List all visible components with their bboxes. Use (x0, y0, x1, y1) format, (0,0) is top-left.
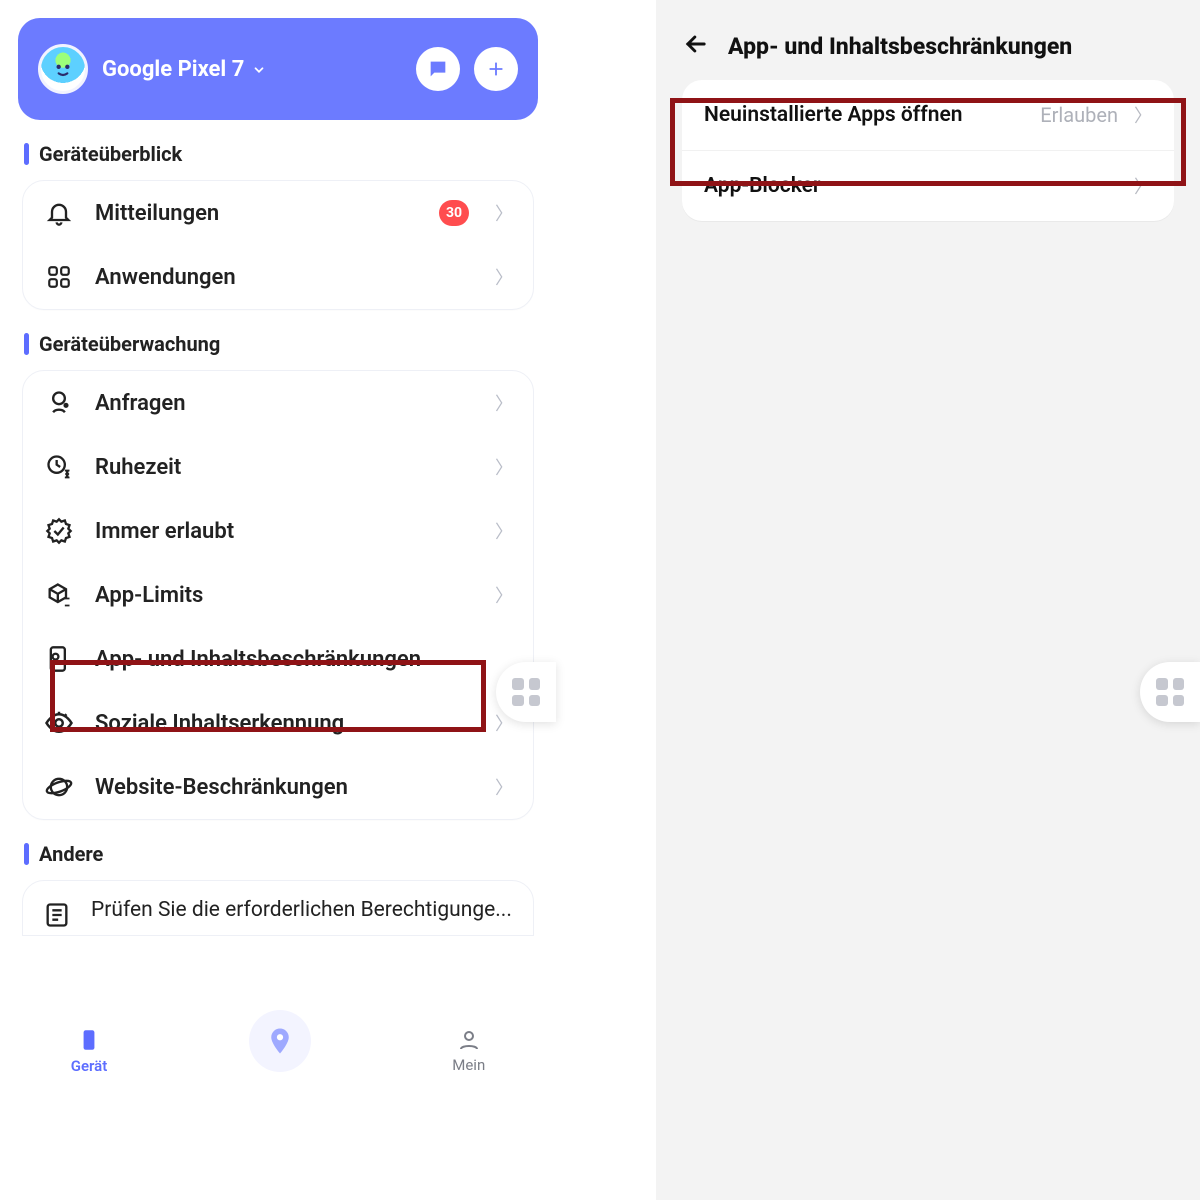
newly-installed-apps-row[interactable]: Neuinstallierte Apps öffnen Erlauben 〉 (682, 80, 1174, 150)
check-permissions-row[interactable]: Prüfen Sie die erforderlichen Berechtigu… (22, 880, 534, 936)
pin-icon (265, 1026, 295, 1056)
monitoring-card: Anfragen 〉 Ruhezeit 〉 Immer erlaubt 〉 (22, 370, 534, 820)
right-settings-card: Neuinstallierte Apps öffnen Erlauben 〉 A… (682, 80, 1174, 221)
page-title: App- und Inhaltsbeschränkungen (728, 33, 1072, 60)
apps-icon (43, 261, 75, 293)
section-title-label: Geräteüberblick (39, 142, 182, 166)
row-label: Anfragen (95, 391, 475, 416)
planet-icon (43, 771, 75, 803)
chevron-right-icon: 〉 (495, 582, 513, 608)
cube-hourglass-icon (43, 579, 75, 611)
chevron-right-icon: 〉 (1134, 173, 1152, 199)
row-label: Anwendungen (95, 265, 475, 290)
left-screen: Google Pixel 7 Geräteüberblick Mitteilun… (0, 0, 556, 1200)
grid-icon (1156, 678, 1184, 706)
website-restrictions-row[interactable]: Website-Beschränkungen 〉 (23, 755, 533, 819)
row-label: App-Blocker (704, 174, 1118, 198)
notifications-row[interactable]: Mitteilungen 30 〉 (23, 181, 533, 245)
row-label: Immer erlaubt (95, 519, 475, 544)
chevron-right-icon: 〉 (495, 774, 513, 800)
app-limits-row[interactable]: App-Limits 〉 (23, 563, 533, 627)
person-icon (457, 1028, 481, 1052)
row-label: App- und Inhaltsbeschränkungen (95, 647, 513, 672)
floating-apps-button[interactable] (496, 662, 556, 722)
chevron-right-icon: 〉 (495, 454, 513, 480)
nav-device[interactable]: Gerät (71, 1027, 108, 1075)
avatar[interactable] (38, 44, 88, 94)
row-value: Erlauben (1040, 103, 1118, 127)
bell-icon (43, 197, 75, 229)
section-title-label: Geräteüberwachung (39, 332, 220, 356)
requests-icon (43, 387, 75, 419)
notifications-badge: 30 (439, 200, 469, 226)
plus-icon (485, 58, 507, 80)
section-title-overview: Geräteüberblick (24, 142, 534, 166)
always-allowed-row[interactable]: Immer erlaubt 〉 (23, 499, 533, 563)
arrow-left-icon (682, 30, 710, 58)
device-name-label: Google Pixel 7 (102, 57, 244, 82)
row-label: Ruhezeit (95, 455, 475, 480)
row-label: Mitteilungen (95, 201, 419, 226)
section-title-other: Andere (24, 842, 534, 866)
device-icon (76, 1027, 102, 1053)
add-button[interactable] (474, 47, 518, 91)
messages-button[interactable] (416, 47, 460, 91)
bottom-nav: Gerät Mein (0, 1008, 556, 1092)
section-title-label: Andere (39, 842, 103, 866)
right-screen: App- und Inhaltsbeschränkungen Neuinstal… (656, 0, 1200, 1200)
social-detection-row[interactable]: Soziale Inhaltserkennung 〉 (23, 691, 533, 755)
row-label: Soziale Inhaltserkennung (95, 711, 475, 736)
grid-icon (512, 678, 540, 706)
device-selector[interactable]: Google Pixel 7 (102, 57, 416, 82)
row-label: App-Limits (95, 583, 475, 608)
downtime-row[interactable]: Ruhezeit 〉 (23, 435, 533, 499)
right-header: App- und Inhaltsbeschränkungen (656, 0, 1200, 80)
section-title-monitoring: Geräteüberwachung (24, 332, 534, 356)
header-actions (416, 47, 518, 91)
chevron-down-icon (252, 63, 266, 77)
chevron-right-icon: 〉 (495, 390, 513, 416)
applications-row[interactable]: Anwendungen 〉 (23, 245, 533, 309)
row-label: Prüfen Sie die erforderlichen Berechtigu… (91, 897, 512, 924)
nav-location[interactable] (249, 1010, 311, 1072)
requests-row[interactable]: Anfragen 〉 (23, 371, 533, 435)
device-header: Google Pixel 7 (18, 18, 538, 120)
app-blocker-row[interactable]: App-Blocker 〉 (682, 150, 1174, 221)
row-label: Website-Beschränkungen (95, 775, 475, 800)
nav-mine[interactable]: Mein (452, 1028, 485, 1074)
overview-card: Mitteilungen 30 〉 Anwendungen 〉 (22, 180, 534, 310)
row-label: Neuinstallierte Apps öffnen (704, 103, 1028, 127)
back-button[interactable] (682, 30, 710, 62)
device-settings-icon (43, 643, 75, 675)
chevron-right-icon: 〉 (495, 264, 513, 290)
content-restrictions-row[interactable]: App- und Inhaltsbeschränkungen (23, 627, 533, 691)
checklist-icon (43, 901, 71, 933)
chat-icon (427, 58, 449, 80)
floating-apps-button[interactable] (1140, 662, 1200, 722)
nav-label: Gerät (71, 1057, 108, 1075)
nav-label: Mein (452, 1056, 485, 1074)
chevron-right-icon: 〉 (495, 518, 513, 544)
check-badge-icon (43, 515, 75, 547)
clock-hourglass-icon (43, 451, 75, 483)
chevron-right-icon: 〉 (495, 200, 513, 226)
eye-icon (43, 707, 75, 739)
chevron-right-icon: 〉 (1134, 102, 1152, 128)
